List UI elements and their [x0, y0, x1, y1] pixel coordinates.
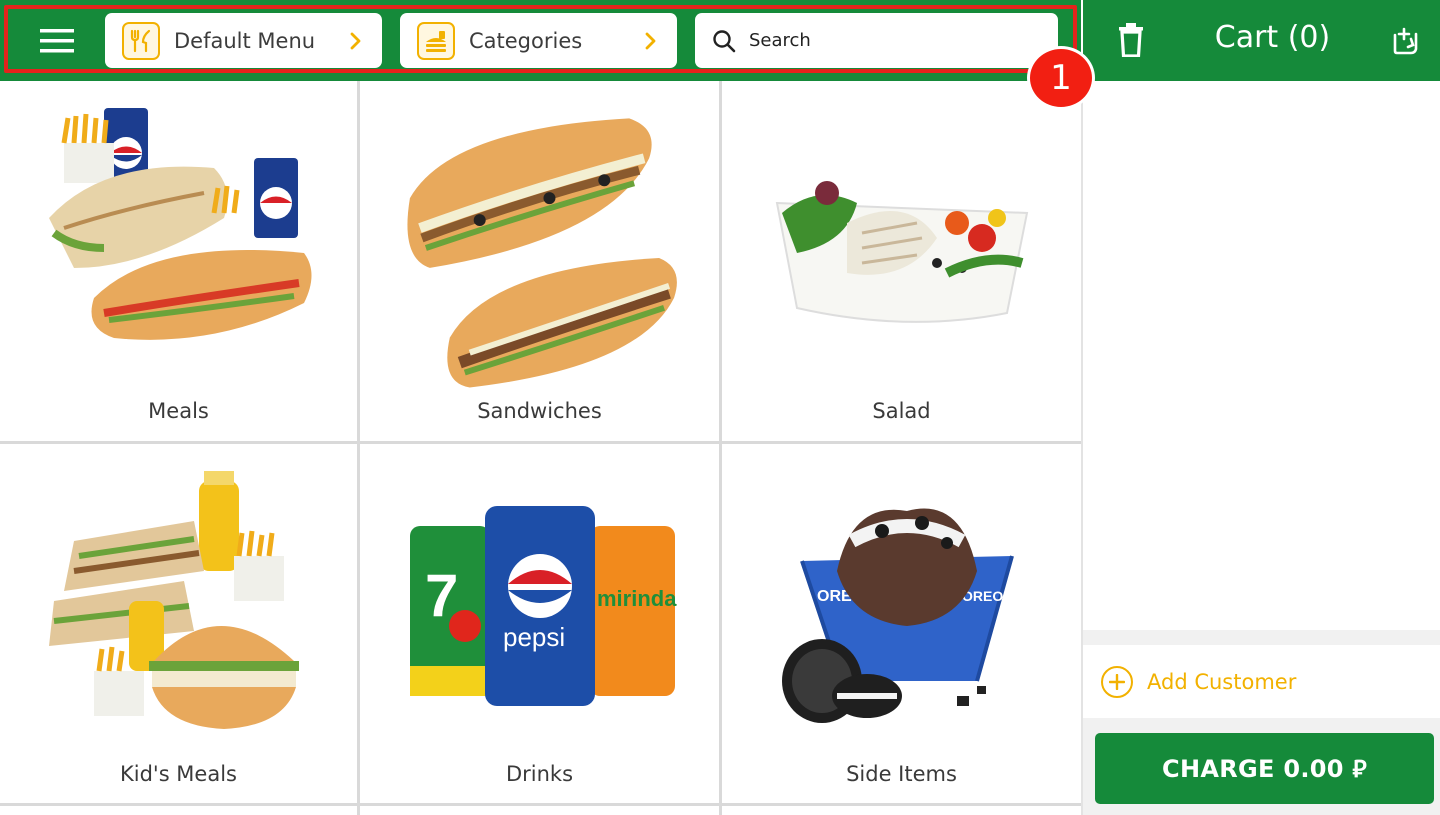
drinks-image: 7 mirinda pepsi	[390, 460, 689, 752]
category-tile-meals[interactable]: Meals	[0, 81, 357, 441]
step-badge: 1	[1027, 46, 1095, 110]
default-menu-label: Default Menu	[174, 28, 316, 53]
fork-knife-icon	[122, 21, 160, 60]
categories-selector[interactable]: Categories	[400, 13, 677, 68]
hamburger-menu-button[interactable]	[26, 18, 88, 64]
discount-tag-button[interactable]	[1386, 20, 1424, 60]
top-bar: Default Menu Categories Search	[0, 0, 1081, 81]
category-tile-sandwiches[interactable]: Sandwiches	[360, 81, 719, 441]
food-category-icon	[417, 21, 455, 60]
sandwiches-image	[390, 97, 689, 389]
chevron-right-icon	[645, 32, 657, 50]
category-name: Meals	[148, 399, 209, 423]
cart-items-list	[1083, 81, 1440, 630]
kids-meals-image	[30, 460, 327, 752]
meals-image	[30, 97, 327, 389]
category-tile-partial	[360, 806, 719, 815]
category-tile-side-items[interactable]: OREO OREO Side Items	[722, 444, 1081, 803]
cart-title: Cart (0)	[1214, 20, 1331, 55]
svg-text:pepsi: pepsi	[503, 622, 565, 652]
default-menu-selector[interactable]: Default Menu	[105, 13, 382, 68]
category-tile-partial	[0, 806, 357, 815]
side-items-image: OREO OREO	[752, 460, 1051, 752]
category-name: Side Items	[846, 762, 957, 786]
categories-label: Categories	[469, 28, 583, 53]
panel-separator	[1083, 630, 1440, 645]
search-input[interactable]: Search	[695, 13, 1058, 68]
chevron-right-icon	[350, 32, 362, 50]
category-grid: Meals Sandwiches Salad Kid's Meals 7 mir…	[0, 81, 1081, 815]
salad-image	[752, 97, 1051, 389]
trash-icon	[1119, 23, 1143, 57]
add-customer-button[interactable]: Add Customer	[1083, 645, 1440, 718]
add-customer-label: Add Customer	[1147, 669, 1297, 694]
search-icon	[711, 28, 737, 54]
search-placeholder: Search	[749, 30, 811, 51]
hamburger-icon	[40, 29, 74, 53]
category-name: Drinks	[505, 762, 574, 786]
category-name: Kid's Meals	[119, 762, 237, 786]
category-tile-salad[interactable]: Salad	[722, 81, 1081, 441]
clear-cart-button[interactable]	[1112, 17, 1150, 63]
category-tile-kids-meals[interactable]: Kid's Meals	[0, 444, 357, 803]
category-tile-partial	[722, 806, 1081, 815]
plus-circle-icon	[1101, 665, 1133, 698]
pos-app: Default Menu Categories Search 1 Cart (0…	[0, 0, 1440, 815]
tag-plus-icon	[1393, 27, 1418, 55]
category-name: Salad	[872, 399, 931, 423]
category-tile-drinks[interactable]: 7 mirinda pepsi Drinks	[360, 444, 719, 803]
category-name: Sandwiches	[477, 399, 602, 423]
svg-text:mirinda: mirinda	[597, 586, 677, 611]
charge-button[interactable]: CHARGE 0.00 ⃁	[1095, 733, 1434, 804]
